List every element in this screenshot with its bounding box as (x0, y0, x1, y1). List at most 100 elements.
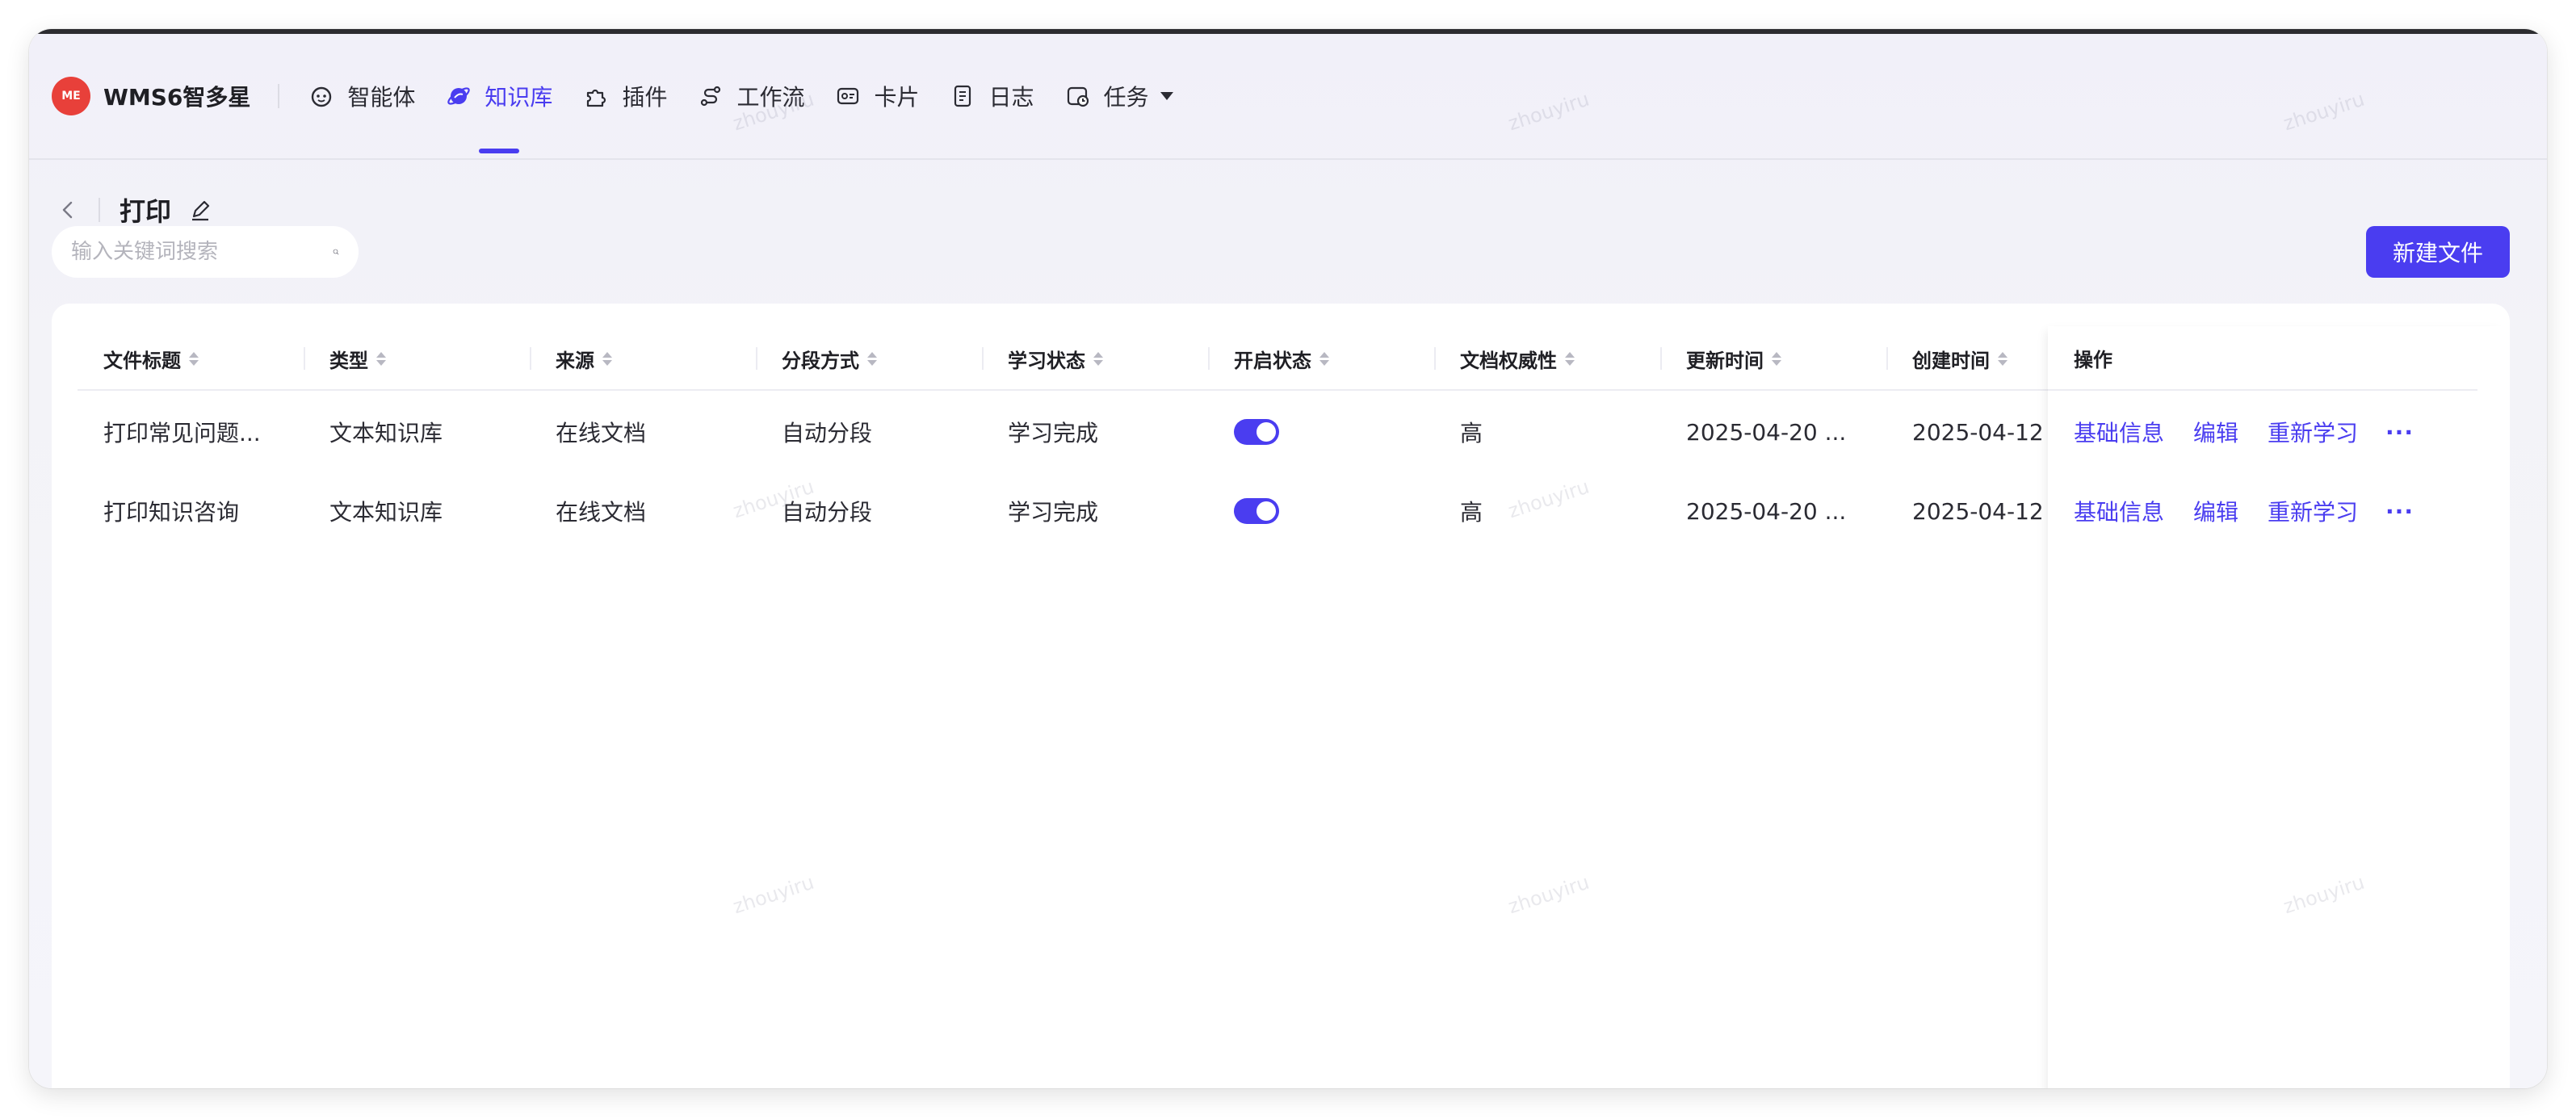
nav-item-knowledge[interactable]: 知识库 (446, 34, 552, 158)
relearn-link[interactable]: 重新学习 (2268, 416, 2358, 448)
sort-icon[interactable] (1998, 351, 2008, 366)
basic-info-link[interactable]: 基础信息 (2074, 416, 2164, 448)
logo-text: ME (61, 90, 81, 103)
nav-item-plugins[interactable]: 插件 (583, 34, 667, 158)
nav-item-agents[interactable]: 智能体 (308, 34, 415, 158)
search-icon[interactable] (333, 239, 339, 265)
logo-icon: ME (52, 77, 90, 115)
edit-link[interactable]: 编辑 (2193, 495, 2238, 527)
new-file-button[interactable]: 新建文件 (2366, 226, 2510, 278)
cell-title[interactable]: 打印常见问题... (78, 392, 304, 471)
cell-segment: 自动分段 (782, 420, 873, 446)
row-actions: 基础信息 编辑 重新学习 ··· (2048, 392, 2510, 471)
nav-item-cards[interactable]: 卡片 (835, 34, 919, 158)
cell-learn-status: 学习完成 (1008, 420, 1099, 446)
divider (278, 84, 280, 108)
app-name: WMS6智多星 (103, 84, 251, 111)
column-header-label: 类型 (329, 349, 368, 372)
column-header-label: 创建时间 (1912, 349, 1990, 372)
column-header-label: 文件标题 (103, 349, 181, 372)
workflow-icon (698, 83, 724, 109)
column-header-segment[interactable]: 分段方式 (756, 326, 982, 391)
more-icon[interactable]: ··· (2385, 419, 2414, 446)
sort-icon[interactable] (376, 351, 386, 366)
nav-item-label: 日志 (988, 84, 1034, 111)
nav-item-label: 卡片 (874, 84, 920, 111)
sort-icon[interactable] (189, 351, 199, 366)
planet-icon (446, 83, 472, 109)
operations-column: 操作 基础信息 编辑 重新学习 ··· 基础信息 编辑 重新学习 ··· (2048, 326, 2510, 1088)
chevron-down-icon (1160, 92, 1173, 100)
divider (99, 198, 100, 222)
column-header-authority[interactable]: 文档权威性 (1434, 326, 1660, 391)
cell-type: 文本知识库 (329, 499, 443, 526)
sort-icon[interactable] (1772, 351, 1781, 366)
cell-created: 2025-04-12 (1912, 497, 2044, 525)
cell-created: 2025-04-12 (1912, 418, 2044, 446)
column-header-label: 学习状态 (1008, 349, 1085, 372)
column-header-label: 更新时间 (1686, 349, 1764, 372)
task-icon (1065, 83, 1091, 109)
cell-title[interactable]: 打印知识咨询 (78, 471, 304, 551)
app-window: ME WMS6智多星 智能体 知识库 插件 工作流 卡片 日志 任务 打印 输入… (29, 29, 2547, 1088)
relearn-link[interactable]: 重新学习 (2268, 495, 2358, 527)
nav-item-tasks[interactable]: 任务 (1065, 34, 1173, 158)
page-title: 打印 (120, 196, 172, 227)
cell-segment: 自动分段 (782, 499, 873, 526)
robot-face-icon (308, 83, 334, 109)
nav-item-label: 智能体 (347, 84, 416, 111)
column-header-label: 操作 (2074, 348, 2112, 371)
column-header-label: 来源 (556, 349, 594, 372)
cell-updated: 2025-04-20 ... (1686, 418, 1847, 446)
sort-icon[interactable] (1319, 351, 1329, 366)
column-header-updated[interactable]: 更新时间 (1660, 326, 1886, 391)
sort-icon[interactable] (1093, 351, 1103, 366)
column-header-label: 开启状态 (1234, 349, 1311, 372)
pencil-icon (192, 200, 210, 221)
basic-info-link[interactable]: 基础信息 (2074, 495, 2164, 527)
column-header-label: 文档权威性 (1460, 349, 1557, 372)
back-button[interactable] (52, 194, 84, 226)
sort-icon[interactable] (602, 351, 612, 366)
column-header-enabled[interactable]: 开启状态 (1208, 326, 1434, 391)
card-icon (835, 83, 861, 109)
search-input[interactable] (71, 240, 333, 264)
cell-updated: 2025-04-20 ... (1686, 497, 1847, 525)
column-header-label: 分段方式 (782, 349, 859, 372)
chevron-left-icon (62, 201, 73, 219)
cell-enabled (1208, 392, 1434, 471)
cell-authority: 高 (1460, 420, 1483, 446)
column-header-source[interactable]: 来源 (530, 326, 756, 391)
column-header-learn-status[interactable]: 学习状态 (982, 326, 1208, 391)
nav-item-label: 任务 (1103, 84, 1149, 111)
nav-item-label: 插件 (622, 84, 668, 111)
enabled-toggle[interactable] (1234, 498, 1279, 524)
column-header-type[interactable]: 类型 (304, 326, 530, 391)
column-header-operations: 操作 (2048, 326, 2477, 391)
brand[interactable]: ME WMS6智多星 (52, 77, 250, 115)
edit-link[interactable]: 编辑 (2193, 416, 2238, 448)
cell-enabled (1208, 471, 1434, 551)
nav-item-label: 工作流 (736, 84, 805, 111)
cell-source: 在线文档 (556, 420, 647, 446)
sort-icon[interactable] (1565, 351, 1575, 366)
nav-menu: 智能体 知识库 插件 工作流 卡片 日志 任务 (308, 34, 1203, 158)
row-actions: 基础信息 编辑 重新学习 ··· (2048, 471, 2510, 551)
nav-item-label: 知识库 (485, 84, 553, 111)
cell-learn-status: 学习完成 (1008, 499, 1099, 526)
cell-source: 在线文档 (556, 499, 647, 526)
log-icon (950, 83, 975, 109)
sort-icon[interactable] (867, 351, 877, 366)
column-header-title[interactable]: 文件标题 (78, 326, 304, 391)
documents-table-card: 文件标题 类型 来源 分段方式 学习状态 开启状态 文档权威性 更新时间 创建时… (52, 304, 2510, 1088)
search-box (52, 226, 359, 278)
top-navbar: ME WMS6智多星 智能体 知识库 插件 工作流 卡片 日志 任务 (29, 34, 2547, 160)
puzzle-icon (583, 83, 609, 109)
nav-item-workflow[interactable]: 工作流 (698, 34, 804, 158)
cell-authority: 高 (1460, 499, 1483, 526)
edit-title-button[interactable] (187, 196, 215, 224)
cell-type: 文本知识库 (329, 420, 443, 446)
nav-item-logs[interactable]: 日志 (950, 34, 1034, 158)
more-icon[interactable]: ··· (2385, 498, 2414, 525)
enabled-toggle[interactable] (1234, 419, 1279, 445)
